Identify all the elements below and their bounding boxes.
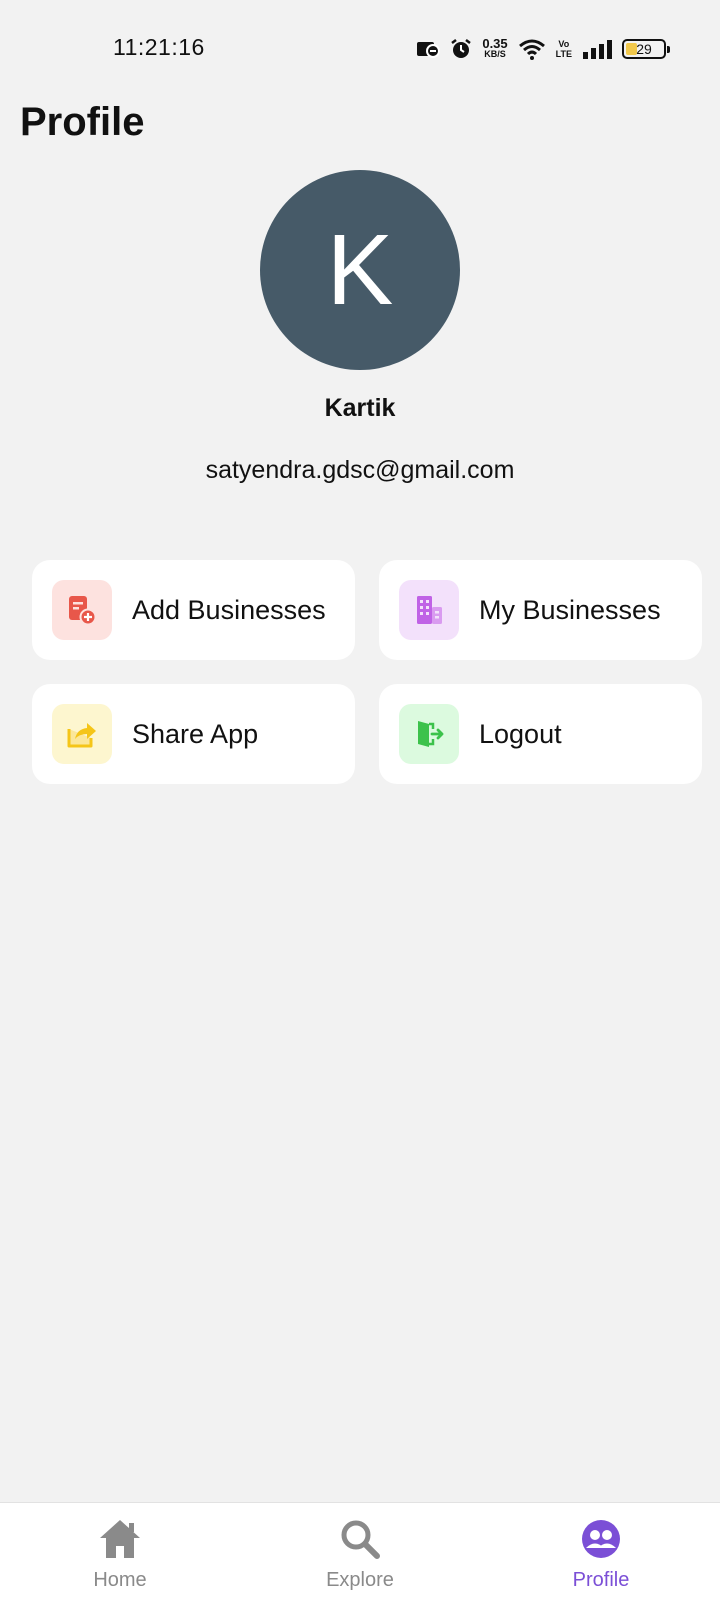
- add-businesses-label: Add Businesses: [132, 594, 326, 625]
- battery-level: 29: [636, 41, 652, 57]
- home-icon: [97, 1515, 143, 1563]
- nav-profile-label: Profile: [572, 1569, 630, 1591]
- net-speed-unit: KB/S: [484, 49, 506, 59]
- network-speed: 0.35 KB/S: [482, 36, 508, 60]
- notification-icon: [416, 40, 441, 58]
- add-business-icon: [52, 580, 112, 640]
- signal-icon: [582, 39, 612, 59]
- my-businesses-label: My Businesses: [479, 594, 661, 625]
- volte-indicator: Vo LTE: [556, 39, 572, 59]
- battery-icon: 29: [622, 39, 670, 59]
- profile-screen: 11:21:16 0.35 KB/S Vo LTE 29 Profile K K…: [0, 0, 720, 1600]
- status-bar: 11:21:16 0.35 KB/S Vo LTE 29: [0, 0, 720, 96]
- nav-explore-label: Explore: [326, 1569, 394, 1591]
- wifi-icon: [518, 38, 546, 60]
- profile-icon: [580, 1515, 622, 1563]
- nav-explore[interactable]: Explore: [290, 1503, 430, 1600]
- building-icon: [399, 580, 459, 640]
- bottom-navigation: Home Explore Profile: [0, 1502, 720, 1600]
- net-speed-value: 0.35: [482, 36, 508, 51]
- user-name: Kartik: [324, 394, 396, 422]
- avatar-letter: K: [326, 214, 394, 326]
- logout-button[interactable]: Logout: [379, 684, 702, 784]
- logout-icon: [399, 704, 459, 764]
- status-icons: 0.35 KB/S Vo LTE 29: [416, 34, 670, 64]
- nav-profile[interactable]: Profile: [531, 1503, 671, 1600]
- nav-home-label: Home: [93, 1569, 147, 1591]
- my-businesses-button[interactable]: My Businesses: [379, 560, 702, 660]
- volte-bottom: LTE: [555, 49, 572, 59]
- add-businesses-button[interactable]: Add Businesses: [32, 560, 355, 660]
- search-icon: [339, 1515, 381, 1563]
- logout-label: Logout: [479, 718, 562, 749]
- volte-top: Vo: [558, 39, 570, 49]
- page-title: Profile: [20, 100, 145, 144]
- user-email: satyendra.gdsc@gmail.com: [205, 456, 515, 484]
- share-app-button[interactable]: Share App: [32, 684, 355, 784]
- avatar[interactable]: K: [260, 170, 460, 370]
- status-time: 11:21:16: [113, 34, 205, 60]
- nav-home[interactable]: Home: [50, 1503, 190, 1600]
- share-icon: [52, 704, 112, 764]
- share-app-label: Share App: [132, 718, 259, 749]
- alarm-icon: [450, 38, 472, 60]
